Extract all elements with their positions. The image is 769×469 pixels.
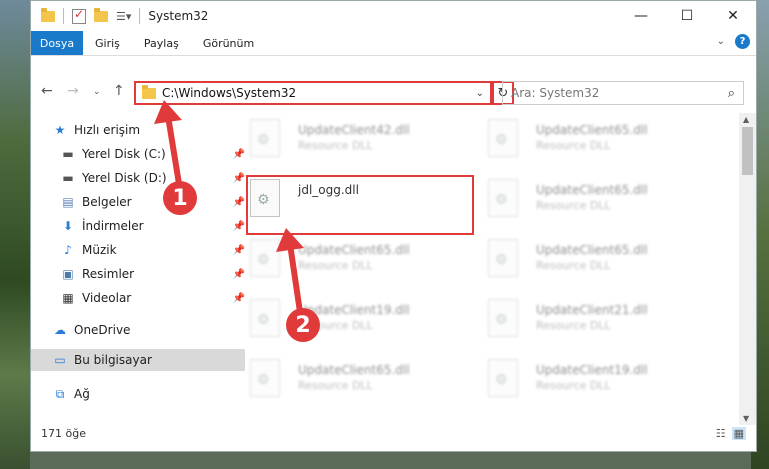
annotation-arrows — [154, 100, 304, 315]
step-badge-1: 1 — [163, 181, 197, 215]
arrow-step-2 — [276, 228, 304, 315]
arrow-step-1 — [154, 100, 183, 193]
step-badge-2: 2 — [286, 308, 320, 342]
